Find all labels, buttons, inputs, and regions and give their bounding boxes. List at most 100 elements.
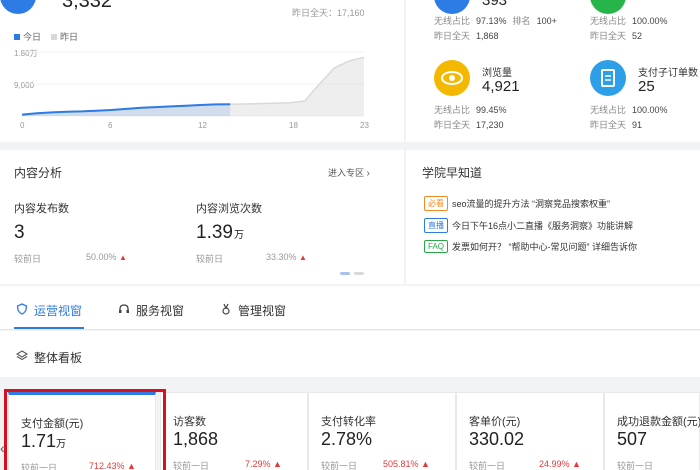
metric-row: 无线占比 100.00% — [590, 16, 668, 26]
shield-icon — [16, 303, 28, 318]
medal-icon — [220, 303, 232, 318]
stat-card-conversion[interactable]: 支付转化率 2.78% 较前一日 505.81% ▲ — [308, 392, 456, 470]
layers-icon — [15, 350, 29, 365]
current-value: 3,332 — [62, 0, 113, 12]
news-text: 今日下午16点小二直播《服务洞察》功能讲解 — [452, 221, 634, 231]
yesterday-total: 昨日全天：17,160 — [292, 8, 365, 18]
academy-news-card: 学院早知道 必看 seo流量的提升方法 “洞察竞品搜索权重” 直播 今日下午16… — [406, 150, 700, 284]
stat-card-visitors[interactable]: 访客数 1,868 较前一日 7.29% ▲ — [160, 392, 308, 470]
visitor-icon — [0, 0, 36, 14]
chevron-right-icon: › — [366, 168, 370, 179]
stat-foot: 较前一日 — [173, 461, 210, 470]
news-item[interactable]: 直播 今日下午16点小二直播《服务洞察》功能讲解 — [424, 218, 633, 233]
metric-row: 无线占比 99.45% — [434, 105, 507, 115]
x-tick-label: 0 — [20, 121, 25, 130]
browse-value: 4,921 — [482, 78, 520, 95]
news-title: 学院早知道 — [422, 166, 483, 180]
stat-foot: 较前一日 — [321, 461, 358, 470]
stat-foot: 较前一日 — [617, 461, 654, 470]
stat-label: 支付转化率 — [321, 416, 376, 428]
carousel-dot[interactable] — [354, 272, 364, 275]
stat-label: 访客数 — [173, 416, 206, 428]
stat-change: 712.43% ▲ — [89, 461, 136, 470]
view-count-foot: 较前日 — [196, 254, 224, 264]
content-analysis-title: 内容分析 — [14, 166, 63, 180]
stat-card-payment[interactable]: 支付金额(元) 1.71万 较前一日 712.43% ▲ — [8, 392, 156, 470]
metric-row: 无线占比 100.00% — [590, 105, 668, 115]
legend-yesterday[interactable]: 昨日 — [51, 30, 78, 43]
enter-zone-link[interactable]: 进入专区 › — [328, 166, 370, 179]
tab-service-label: 服务视窗 — [136, 304, 185, 318]
x-tick-label: 12 — [198, 121, 207, 130]
legend-today[interactable]: 今日 — [14, 30, 41, 43]
x-tick-label: 23 — [360, 121, 369, 130]
board-title: 整体看板 — [15, 349, 83, 366]
stat-change: 7.29% ▲ — [245, 459, 282, 469]
tab-management[interactable]: 管理视窗 — [220, 302, 286, 319]
publish-count-change: 50.00% ▲ — [86, 252, 127, 262]
up-arrow-icon: ▲ — [572, 459, 581, 469]
carousel-dot[interactable] — [340, 272, 350, 275]
orders-title: 支付子订单数 — [638, 68, 698, 79]
view-count-change: 33.30% ▲ — [266, 252, 307, 262]
view-tabs: 运营视窗 服务视窗 管理视窗 — [0, 286, 700, 330]
metric-row: 昨日全天 91 — [590, 120, 643, 130]
x-tick-label: 6 — [108, 121, 113, 130]
stat-value: 1.71万 — [21, 431, 67, 451]
up-arrow-icon: ▲ — [421, 459, 430, 469]
chart-series-group — [21, 56, 365, 116]
orders-value: 25 — [638, 78, 655, 95]
news-text: 发票如何开？ “帮助中心-常见问题” 详细告诉你 — [452, 242, 638, 252]
publish-count-label: 内容发布数 — [14, 203, 69, 215]
metric-row: 昨日全天 52 — [590, 31, 643, 41]
up-arrow-icon: ▲ — [119, 253, 127, 262]
customers-icon — [434, 0, 470, 14]
publish-count-value: 3 — [14, 222, 25, 243]
legend-yesterday-label: 昨日 — [60, 32, 79, 42]
up-arrow-icon: ▲ — [299, 253, 307, 262]
news-tag: 直播 — [424, 218, 448, 233]
headset-icon — [118, 303, 130, 318]
view-count-label: 内容浏览次数 — [196, 203, 262, 215]
tab-service[interactable]: 服务视窗 — [118, 302, 184, 319]
legend-today-swatch — [14, 33, 20, 40]
stat-label: 支付金额(元) — [21, 418, 84, 430]
chevron-left-icon[interactable]: ‹ — [0, 440, 5, 456]
realtime-area-chart: 1.80万 9,000 0 6 12 18 23 — [14, 49, 369, 130]
stat-foot: 较前一日 — [469, 461, 506, 470]
tab-management-label: 管理视窗 — [238, 304, 287, 318]
carousel-dots — [340, 272, 364, 275]
y-tick-label: 1.80万 — [14, 49, 38, 58]
news-item[interactable]: 必看 seo流量的提升方法 “洞察竞品搜索权重” — [424, 196, 610, 211]
news-item[interactable]: FAQ 发票如何开？ “帮助中心-常见问题” 详细告诉你 — [424, 240, 637, 253]
tab-operations[interactable]: 运营视窗 — [16, 302, 82, 319]
metric-row: 昨日全天 1,868 — [434, 31, 499, 41]
stat-foot: 较前一日 — [21, 463, 58, 470]
stat-value: 507 — [617, 429, 648, 449]
stat-value: 2.78% — [321, 429, 373, 449]
metric-row: 昨日全天 17,230 — [434, 120, 504, 130]
publish-count-foot: 较前日 — [14, 254, 42, 264]
stat-card-refund[interactable]: 成功退款金额(元) 507 较前一日 — [604, 392, 700, 470]
active-tab-indicator — [14, 327, 84, 329]
stat-card-avg-price[interactable]: 客单价(元) 330.02 较前一日 24.99% ▲ — [456, 392, 604, 470]
order-list-icon — [590, 60, 626, 96]
x-tick-label: 18 — [289, 121, 298, 130]
metric-row: 无线占比 97.13% 排名 100+ — [434, 16, 557, 26]
board-title-text: 整体看板 — [34, 351, 83, 365]
realtime-chart-card: 3,332 昨日全天：17,160 今日 昨日 1.80万 9,000 0 6 … — [0, 0, 404, 142]
stat-change: 24.99% ▲ — [539, 459, 581, 469]
tab-operations-label: 运营视窗 — [34, 304, 83, 318]
browse-title: 浏览量 — [482, 68, 512, 79]
stat-value: 330.02 — [469, 429, 525, 449]
stat-change: 505.81% ▲ — [383, 459, 430, 469]
news-tag: 必看 — [424, 196, 448, 211]
news-text: seo流量的提升方法 “洞察竞品搜索权重” — [452, 199, 611, 209]
stat-label: 客单价(元) — [469, 416, 521, 428]
legend-yesterday-swatch — [51, 33, 58, 40]
chart-legend: 今日 昨日 — [14, 30, 78, 43]
up-arrow-icon: ▲ — [273, 459, 282, 469]
view-count-value: 1.39万 — [196, 222, 244, 243]
news-tag: FAQ — [424, 240, 449, 253]
up-arrow-icon: ▲ — [127, 461, 136, 470]
